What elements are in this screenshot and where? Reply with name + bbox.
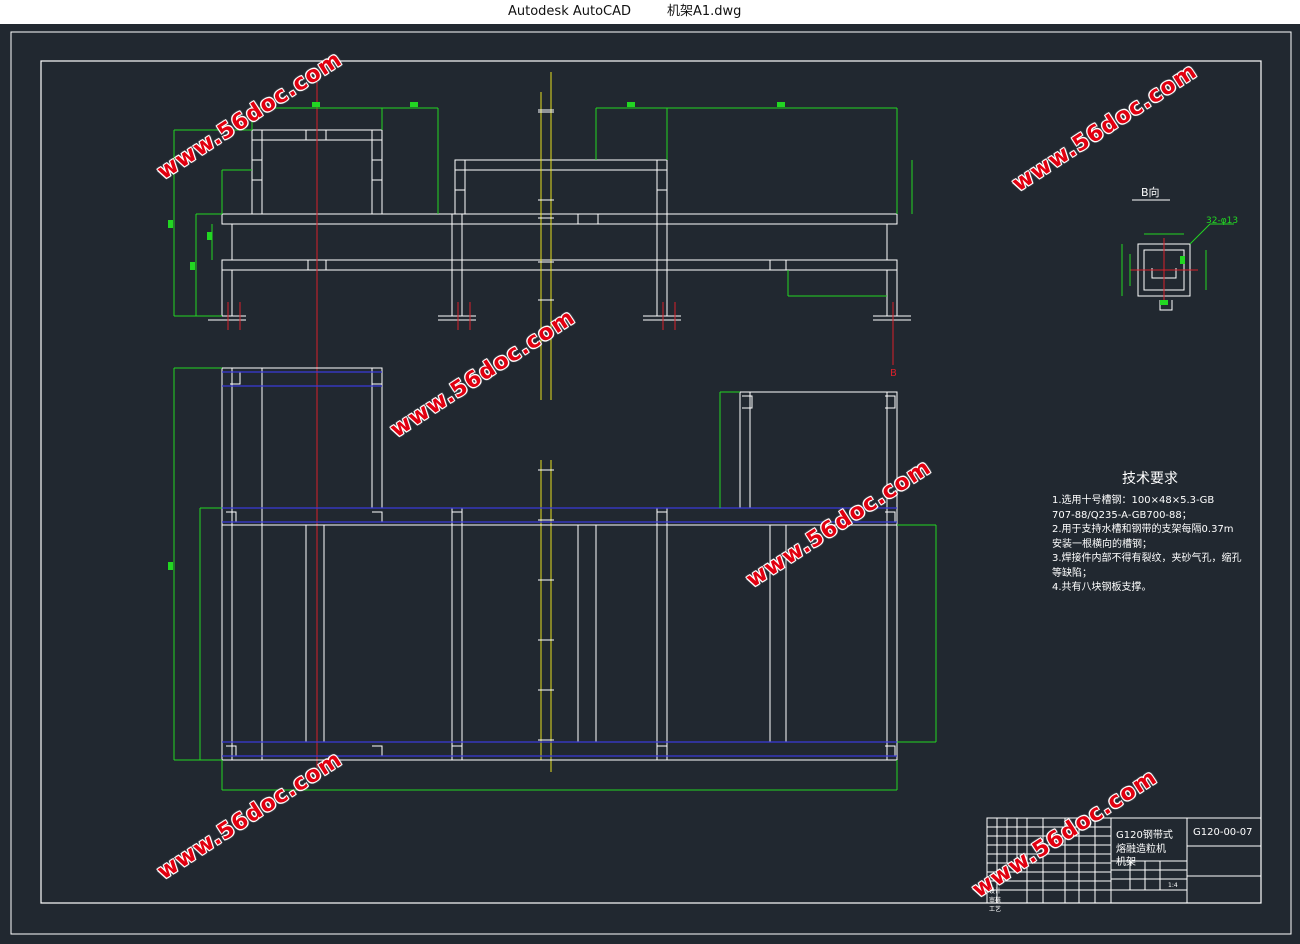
tech-item: 等缺陷；: [1052, 567, 1092, 579]
hole-note: 32-φ13: [1206, 216, 1239, 226]
approve-label: 审核: [989, 897, 1002, 904]
leg-1: [221, 269, 233, 317]
dimension-markers: [168, 102, 785, 570]
front-dimensions: [173, 107, 913, 317]
tech-item: 4.共有八块钢板支撑。: [1052, 582, 1152, 593]
leg-3: [656, 213, 668, 317]
drawing-number: G120-00-07: [1193, 827, 1253, 838]
upper-frame-middle: [454, 159, 668, 215]
b-view-label: B向: [1141, 186, 1160, 199]
leg-4: [886, 269, 898, 317]
b-view-dimensions: [1121, 223, 1234, 296]
plan-dimensions: [173, 367, 937, 791]
b-view-centerlines: [1130, 238, 1198, 304]
tech-requirements: 技术要求 1.选用十号槽钢：100×48×5.3-GB 707-88/Q235-…: [1052, 468, 1242, 596]
app-name: Autodesk AutoCAD: [508, 4, 632, 19]
b-view: [1132, 199, 1191, 311]
file-name: 机架A1.dwg: [667, 4, 742, 19]
tech-item: 2.用于支持水槽和钢带的支架每隔0.37m: [1052, 524, 1234, 535]
process-label: 工艺: [989, 906, 1002, 913]
front-red-centerlines: [227, 82, 894, 775]
drawing-canvas[interactable]: B www.56doc.com www.56doc.com www.56doc.…: [0, 24, 1300, 944]
tech-item: 安装一根横向的槽钢；: [1052, 538, 1152, 550]
upper-beam: [221, 213, 898, 225]
tech-item: 1.选用十号槽钢：100×48×5.3-GB: [1052, 495, 1215, 506]
product-name-line1: G120钢带式: [1116, 830, 1173, 841]
window-title-bar: Autodesk AutoCAD 机架A1.dwg: [0, 0, 1300, 24]
callout-b: B: [890, 368, 897, 379]
leg-2: [451, 213, 463, 317]
design-label: 设计: [989, 888, 1002, 895]
tech-item: 3.焊接件内部不得有裂纹，夹砂气孔，缩孔: [1052, 553, 1242, 564]
lower-beam: [221, 259, 898, 271]
tech-title: 技术要求: [1122, 471, 1178, 487]
front-view: [208, 129, 911, 321]
yellow-centerlines: [540, 72, 552, 772]
part-name: 机架: [1116, 857, 1136, 868]
tech-item: 707-88/Q235-A-GB700-88；: [1052, 509, 1192, 521]
break-marks: [538, 109, 554, 741]
scale-value: 1:4: [1168, 882, 1178, 889]
plan-upper-left: [221, 367, 383, 509]
